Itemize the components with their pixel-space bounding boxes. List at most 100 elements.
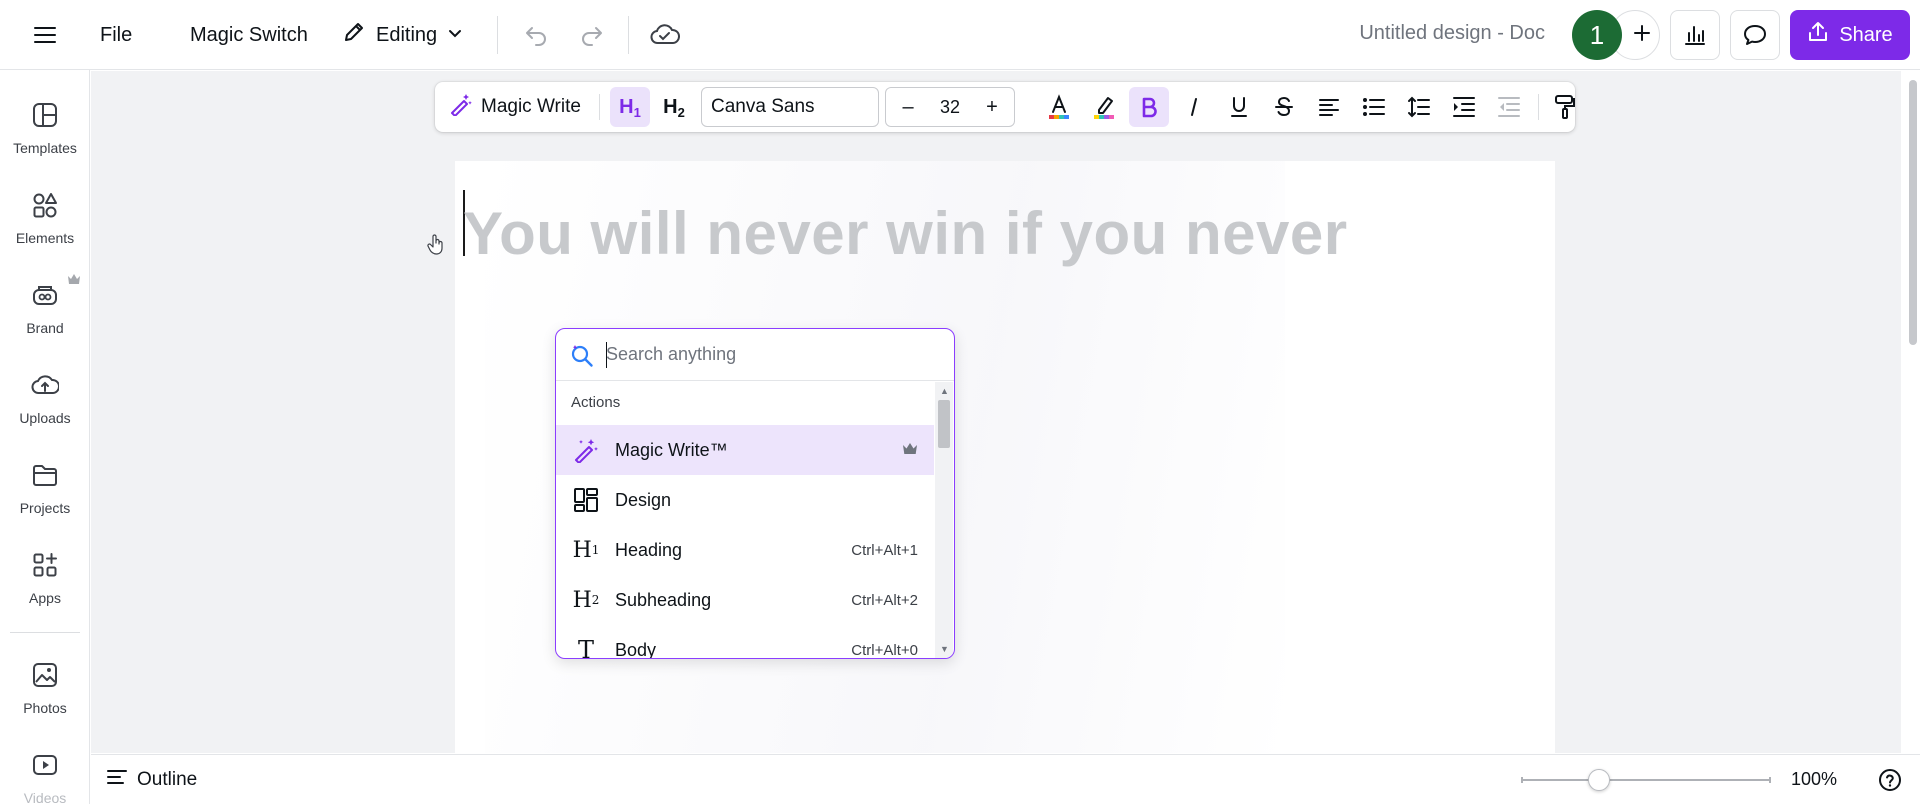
h2-icon: H2 [663, 95, 685, 120]
sidebar-item-elements[interactable]: Elements [0, 178, 89, 258]
magic-write-label: Magic Write [481, 96, 581, 117]
scroll-down-icon[interactable]: ▼ [940, 644, 949, 654]
templates-icon [30, 100, 60, 130]
palette-scrollbar[interactable]: ▲ ▼ [935, 382, 953, 658]
palette-item-design[interactable]: Design [556, 475, 934, 525]
outline-button[interactable]: Outline [107, 764, 197, 796]
scroll-up-icon[interactable]: ▲ [940, 386, 949, 396]
plus-icon [1633, 24, 1651, 47]
heading-icon: H1 [572, 537, 600, 563]
line-spacing-icon [1408, 96, 1430, 118]
bullet-list-button[interactable] [1354, 87, 1394, 127]
design-icon [571, 485, 601, 515]
text-color-button[interactable] [1039, 87, 1079, 127]
zoom-slider-handle[interactable] [1588, 769, 1610, 791]
sidebar-item-label: Elements [15, 230, 75, 246]
italic-icon [1191, 98, 1197, 116]
share-button[interactable]: Share [1790, 10, 1910, 60]
topbar-divider [628, 16, 629, 54]
user-avatar[interactable]: 1 [1572, 10, 1622, 60]
zoom-slider-track[interactable] [1521, 777, 1771, 783]
align-left-icon [1319, 99, 1339, 116]
palette-section-heading: Actions [571, 394, 621, 411]
sidebar-item-label: Apps [29, 590, 61, 606]
sidebar-item-brand[interactable]: Brand [0, 268, 89, 348]
palette-scroll-thumb[interactable] [938, 400, 950, 448]
sidebar-item-uploads[interactable]: Uploads [0, 358, 89, 438]
bottom-bar: Outline 100% [91, 754, 1920, 804]
crown-icon [902, 442, 918, 459]
bullet-list-icon [1363, 98, 1385, 116]
photos-icon [30, 660, 60, 690]
font-family-dropdown[interactable]: Canva Sans [701, 87, 879, 127]
decrease-font-size-button[interactable]: – [894, 96, 922, 119]
magic-switch-button[interactable]: Magic Switch [190, 20, 308, 50]
palette-item-label: Magic Write™ [615, 439, 728, 460]
redo-button[interactable] [574, 17, 610, 53]
heading-placeholder-text[interactable]: You will never win if you never [463, 199, 1348, 268]
sidebar-item-apps[interactable]: Apps [0, 538, 89, 618]
palette-item-body[interactable]: T Body Ctrl+Alt+0 [556, 625, 934, 659]
sidebar-item-label: Templates [13, 140, 77, 156]
insights-button[interactable] [1670, 10, 1720, 60]
cloud-saved-icon[interactable] [646, 17, 684, 53]
heading-2-button[interactable]: H2 [654, 87, 694, 127]
magic-write-button[interactable]: Magic Write [445, 87, 585, 127]
uploads-icon [30, 370, 60, 400]
comments-button[interactable] [1730, 10, 1780, 60]
file-menu-button[interactable]: File [100, 20, 132, 50]
outline-label: Outline [137, 769, 198, 790]
comment-icon [1744, 25, 1766, 45]
canvas-scrollbar[interactable] [1909, 80, 1917, 345]
zoom-level[interactable]: 100% [1791, 769, 1837, 790]
palette-item-subheading[interactable]: H2 Subheading Ctrl+Alt+2 [556, 575, 934, 625]
sidebar-item-label: Brand [26, 320, 64, 336]
undo-button[interactable] [518, 17, 554, 53]
font-size-input[interactable]: 32 [940, 97, 960, 118]
strikethrough-button[interactable] [1264, 87, 1304, 127]
increase-font-size-button[interactable]: + [978, 96, 1006, 119]
outdent-button[interactable] [1489, 87, 1529, 127]
indent-icon [1453, 97, 1475, 117]
sidebar-item-templates[interactable]: Templates [0, 88, 89, 168]
editing-mode-dropdown[interactable]: Editing [342, 16, 463, 54]
main-menu-icon[interactable] [26, 17, 64, 53]
copy-style-button[interactable] [1547, 87, 1583, 127]
indent-button[interactable] [1444, 87, 1484, 127]
italic-button[interactable] [1174, 87, 1214, 127]
document-title[interactable]: Untitled design - Doc [1330, 22, 1545, 45]
palette-item-heading[interactable]: H1 Heading Ctrl+Alt+1 [556, 525, 934, 575]
palette-item-label: Subheading [615, 589, 712, 610]
design-canvas [91, 71, 1901, 753]
sidebar-item-projects[interactable]: Projects [0, 448, 89, 528]
underline-button[interactable] [1219, 87, 1259, 127]
palette-item-magic-write[interactable]: Magic Write™ [556, 425, 934, 475]
palette-item-label: Design [615, 489, 672, 510]
magic-wand-icon [449, 92, 473, 122]
bold-button[interactable] [1129, 87, 1169, 127]
sidebar-item-videos[interactable]: Videos [0, 738, 89, 804]
sidebar-item-label: Photos [23, 700, 67, 716]
palette-item-label: Body [615, 639, 657, 659]
chevron-down-icon [447, 24, 463, 47]
palette-search-input[interactable] [606, 339, 926, 370]
body-text-icon: T [577, 636, 594, 659]
align-left-button[interactable] [1309, 87, 1349, 127]
sidebar-item-photos[interactable]: Photos [0, 648, 89, 728]
input-caret [606, 342, 607, 368]
share-label: Share [1839, 23, 1893, 46]
heading-1-button[interactable]: H1 [610, 87, 650, 127]
spacing-button[interactable] [1399, 87, 1439, 127]
text-color-icon [1049, 94, 1069, 119]
bold-icon [1142, 97, 1157, 118]
help-icon[interactable] [1877, 767, 1903, 793]
outline-icon [107, 769, 127, 791]
command-palette: Actions Magic Write™ Design H1 Heading C… [555, 328, 955, 659]
apps-icon [30, 550, 60, 580]
highlight-color-button[interactable] [1084, 87, 1124, 127]
undo-icon [526, 27, 546, 46]
strikethrough-icon [1275, 96, 1293, 117]
sidebar-item-label: Projects [19, 500, 71, 516]
magic-search-icon [568, 341, 596, 369]
crown-icon [67, 272, 81, 290]
